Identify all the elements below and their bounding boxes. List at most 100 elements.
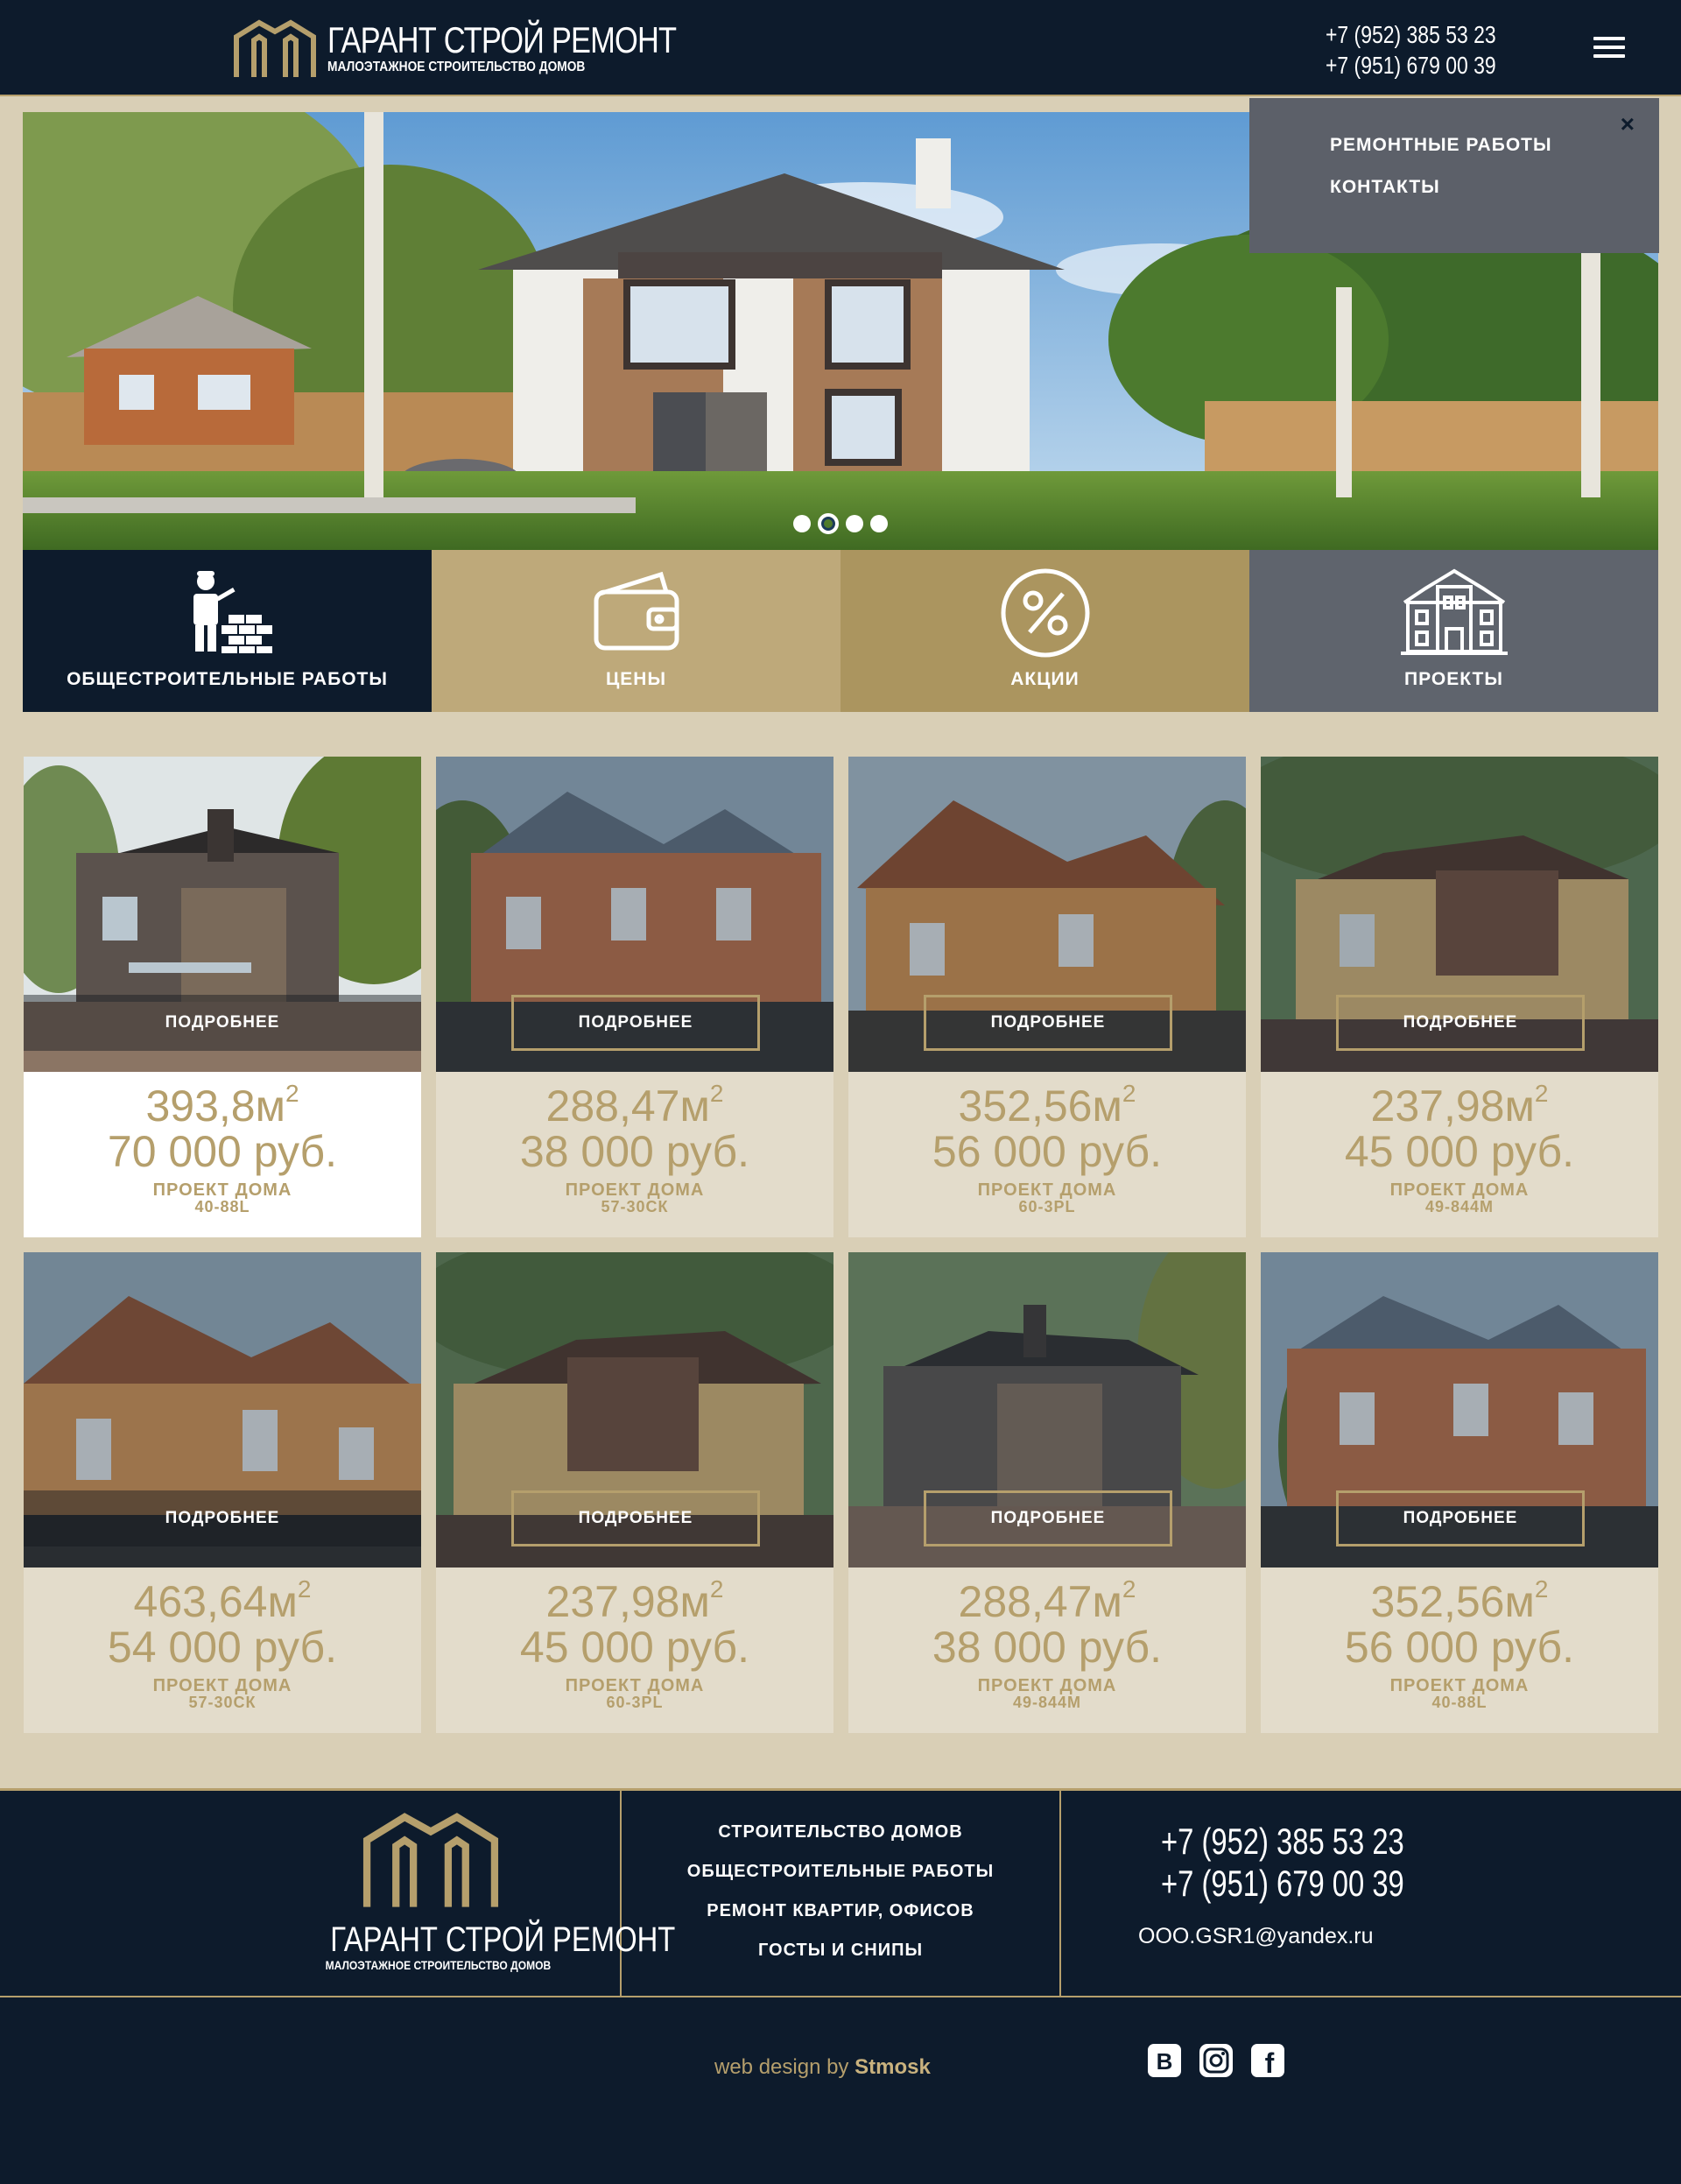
footer-link-construction[interactable]: СТРОИТЕЛЬСТВО ДОМОВ	[622, 1822, 1059, 1842]
tile-label: АКЦИИ	[1010, 669, 1080, 689]
more-button[interactable]: ПОДРОБНЕЕ	[511, 1490, 760, 1546]
project-code: 57-30СК	[601, 1198, 669, 1215]
project-code: 60-3PL	[606, 1694, 664, 1711]
wallet-icon	[594, 571, 679, 651]
menu-item-repair[interactable]: РЕМОНТНЫЕ РАБОТЫ	[1330, 135, 1552, 156]
footer-link-renovation[interactable]: РЕМОНТ КВАРТИР, ОФИСОВ	[622, 1901, 1059, 1921]
tile-label: ЦЕНЫ	[605, 669, 667, 689]
project-type: ПРОЕКТ ДОМА	[1389, 1676, 1530, 1695]
project-code: 40-88L	[1431, 1694, 1488, 1711]
project-type: ПРОЕКТ ДОМА	[565, 1180, 705, 1200]
more-button[interactable]: ПОДРОБНЕЕ	[24, 1490, 421, 1546]
tile-prices[interactable]: ЦЕНЫ	[432, 550, 840, 712]
facebook-icon[interactable]: f	[1250, 2043, 1285, 2078]
project-code: 49-844М	[1012, 1694, 1082, 1711]
project-area: 352,56м2	[1370, 1575, 1549, 1626]
project-price: 45 000 руб.	[1344, 1127, 1575, 1176]
project-code: 60-3PL	[1018, 1198, 1076, 1215]
house-logo-icon	[362, 1813, 499, 1907]
project-photo: ПОДРОБНЕЕ	[1261, 1252, 1658, 1568]
menu-item-contacts[interactable]: КОНТАКТЫ	[1330, 177, 1440, 198]
close-icon[interactable]: ×	[1621, 110, 1635, 138]
project-area: 352,56м2	[958, 1080, 1136, 1131]
project-price: 56 000 руб.	[932, 1127, 1163, 1176]
project-area: 237,98м2	[545, 1575, 724, 1626]
house-logo-icon	[234, 19, 316, 77]
builder-icon	[193, 571, 272, 653]
project-type: ПРОЕКТ ДОМА	[152, 1180, 292, 1200]
project-card[interactable]: ПОДРОБНЕЕ 393,8м2 70 000 руб. ПРОЕКТ ДОМ…	[24, 757, 421, 1237]
slider-dots	[793, 513, 888, 534]
brand-title: ГАРАНТ СТРОЙ РЕМОНТ	[327, 19, 677, 60]
project-price: 45 000 руб.	[519, 1623, 750, 1672]
feature-tiles: ОБЩЕСТРОИТЕЛЬНЫЕ РАБОТЫ ЦЕНЫ АКЦИИ ПРОЕК…	[23, 550, 1658, 712]
footer-logo[interactable]: ГАРАНТ СТРОЙ РЕМОНТ МАЛОЭТАЖНОЕ СТРОИТЕЛ…	[308, 1808, 675, 1972]
project-card[interactable]: ПОДРОБНЕЕ 352,56м2 56 000 руб. ПРОЕКТ ДО…	[848, 757, 1246, 1237]
project-area: 288,47м2	[545, 1080, 724, 1131]
project-price: 70 000 руб.	[107, 1127, 338, 1176]
instagram-icon[interactable]	[1199, 2043, 1234, 2078]
footer-brand-subtitle: МАЛОЭТАЖНОЕ СТРОИТЕЛЬСТВО ДОМОВ	[325, 1958, 552, 1972]
footer-divider	[0, 1996, 1681, 1997]
slider-dot[interactable]	[870, 515, 888, 532]
footer-link-standards[interactable]: ГОСТЫ И СНИПЫ	[622, 1941, 1059, 1961]
project-photo: ПОДРОБНЕЕ	[24, 757, 421, 1072]
footer-link-general-works[interactable]: ОБЩЕСТРОИТЕЛЬНЫЕ РАБОТЫ	[622, 1862, 1059, 1882]
project-code: 57-30СК	[188, 1694, 257, 1711]
hamburger-icon[interactable]	[1593, 37, 1625, 61]
project-type: ПРОЕКТ ДОМА	[977, 1180, 1117, 1200]
svg-text:В: В	[1157, 2048, 1173, 2075]
footer-divider	[1059, 1791, 1061, 1996]
project-price: 56 000 руб.	[1344, 1623, 1575, 1672]
design-credit[interactable]: web design by Stmosk	[714, 2055, 931, 2080]
project-photo: ПОДРОБНЕЕ	[1261, 757, 1658, 1072]
project-code: 40-88L	[194, 1198, 250, 1215]
slider-dot-active[interactable]	[818, 513, 839, 534]
more-button[interactable]: ПОДРОБНЕЕ	[1336, 1490, 1585, 1546]
brand-logo[interactable]: ГАРАНТ СТРОЙ РЕМОНТ МАЛОЭТАЖНОЕ СТРОИТЕЛ…	[233, 18, 753, 79]
project-code: 49-844М	[1424, 1198, 1495, 1215]
header-phones: +7 (952) 385 53 23 +7 (951) 679 00 39	[1326, 19, 1496, 81]
slider-dot[interactable]	[846, 515, 863, 532]
footer-email[interactable]: OOO.GSR1@yandex.ru	[1138, 1924, 1374, 1949]
tile-projects[interactable]: ПРОЕКТЫ	[1249, 550, 1658, 712]
footer-phone-2[interactable]: +7 (951) 679 00 39	[1161, 1863, 1404, 1905]
tile-label: ПРОЕКТЫ	[1404, 669, 1503, 689]
project-price: 38 000 руб.	[519, 1127, 750, 1176]
project-photo: ПОДРОБНЕЕ	[848, 1252, 1246, 1568]
brand-subtitle: МАЛОЭТАЖНОЕ СТРОИТЕЛЬСТВО ДОМОВ	[327, 60, 586, 74]
footer-phone-1[interactable]: +7 (952) 385 53 23	[1161, 1821, 1404, 1863]
project-photo: ПОДРОБНЕЕ	[24, 1252, 421, 1568]
svg-text:f: f	[1265, 2047, 1275, 2078]
project-card[interactable]: ПОДРОБНЕЕ 237,98м2 45 000 руб. ПРОЕКТ ДО…	[436, 1252, 833, 1733]
project-area: 393,8м2	[145, 1080, 299, 1131]
project-card[interactable]: ПОДРОБНЕЕ 237,98м2 45 000 руб. ПРОЕКТ ДО…	[1261, 757, 1658, 1237]
tile-promotions[interactable]: АКЦИИ	[840, 550, 1249, 712]
project-area: 463,64м2	[133, 1575, 312, 1626]
project-price: 38 000 руб.	[932, 1623, 1163, 1672]
more-button[interactable]: ПОДРОБНЕЕ	[924, 1490, 1172, 1546]
more-button[interactable]: ПОДРОБНЕЕ	[511, 995, 760, 1051]
project-card[interactable]: ПОДРОБНЕЕ 463,64м2 54 000 руб. ПРОЕКТ ДО…	[24, 1252, 421, 1733]
dropdown-menu: × РЕМОНТНЫЕ РАБОТЫ КОНТАКТЫ	[1249, 98, 1659, 253]
header-phone-1[interactable]: +7 (952) 385 53 23	[1326, 19, 1496, 50]
project-type: ПРОЕКТ ДОМА	[977, 1676, 1117, 1695]
project-photo: ПОДРОБНЕЕ	[848, 757, 1246, 1072]
tile-label: ОБЩЕСТРОИТЕЛЬНЫЕ РАБОТЫ	[67, 669, 388, 689]
project-card[interactable]: ПОДРОБНЕЕ 288,47м2 38 000 руб. ПРОЕКТ ДО…	[848, 1252, 1246, 1733]
tile-general-works[interactable]: ОБЩЕСТРОИТЕЛЬНЫЕ РАБОТЫ	[23, 550, 432, 712]
header-phone-2[interactable]: +7 (951) 679 00 39	[1326, 50, 1496, 81]
vk-icon[interactable]: В	[1147, 2043, 1182, 2078]
site-header: ГАРАНТ СТРОЙ РЕМОНТ МАЛОЭТАЖНОЕ СТРОИТЕЛ…	[0, 0, 1681, 96]
project-photo: ПОДРОБНЕЕ	[436, 1252, 833, 1568]
more-button[interactable]: ПОДРОБНЕЕ	[1336, 995, 1585, 1051]
more-button[interactable]: ПОДРОБНЕЕ	[924, 995, 1172, 1051]
project-card[interactable]: ПОДРОБНЕЕ 288,47м2 38 000 руб. ПРОЕКТ ДО…	[436, 757, 833, 1237]
project-type: ПРОЕКТ ДОМА	[152, 1676, 292, 1695]
project-card[interactable]: ПОДРОБНЕЕ 352,56м2 56 000 руб. ПРОЕКТ ДО…	[1261, 1252, 1658, 1733]
project-price: 54 000 руб.	[107, 1623, 338, 1672]
site-footer: ГАРАНТ СТРОЙ РЕМОНТ МАЛОЭТАЖНОЕ СТРОИТЕЛ…	[0, 1788, 1681, 2184]
project-type: ПРОЕКТ ДОМА	[1389, 1180, 1530, 1200]
more-button[interactable]: ПОДРОБНЕЕ	[24, 995, 421, 1051]
slider-dot[interactable]	[793, 515, 811, 532]
